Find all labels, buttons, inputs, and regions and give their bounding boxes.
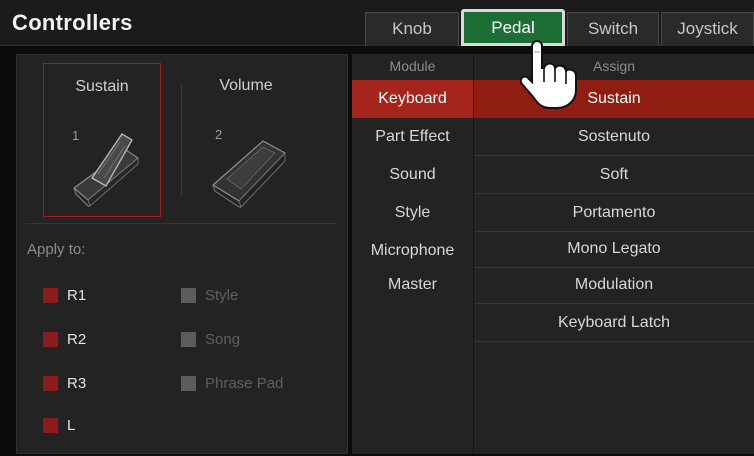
module-item-microphone[interactable]: Microphone — [352, 232, 473, 270]
assign-item-sostenuto[interactable]: Sostenuto — [474, 118, 754, 156]
assign-list: Assign Sustain Sostenuto Soft Portamento… — [474, 54, 754, 454]
apply-to-label: Apply to: — [27, 241, 86, 258]
checkbox-disabled-icon — [181, 332, 196, 347]
module-header: Module — [389, 58, 436, 74]
apply-target-label: Style — [205, 287, 239, 304]
pedal-panel: Sustain 1 Volume 2 Apply to: R1 R2 R3 L … — [16, 54, 348, 454]
tab-knob[interactable]: Knob — [365, 12, 459, 46]
module-item-master[interactable]: Master — [352, 266, 473, 304]
assign-item-soft[interactable]: Soft — [474, 156, 754, 194]
checkbox-disabled-icon — [181, 376, 196, 391]
checkbox-checked-icon — [43, 418, 58, 433]
apply-target-label: Song — [205, 331, 241, 348]
pedal-name-volume: Volume — [219, 77, 273, 94]
sustain-pedal-icon — [73, 133, 139, 207]
apply-part-label: R2 — [67, 331, 87, 348]
pedal-divider — [181, 85, 182, 195]
module-list: Module Keyboard Part Effect Sound Style … — [352, 54, 474, 454]
volume-pedal-icon — [211, 140, 286, 208]
apply-divider — [25, 223, 337, 224]
checkbox-checked-icon — [43, 376, 58, 391]
page-title: Controllers — [12, 10, 133, 35]
apply-target-label: Phrase Pad — [205, 375, 284, 392]
checkbox-disabled-icon — [181, 288, 196, 303]
title-bar: Controllers Knob Pedal Switch Joystick — [0, 0, 754, 46]
tab-joystick[interactable]: Joystick — [661, 12, 754, 46]
hand-pointer-icon — [519, 40, 577, 109]
assign-item-keyboard-latch[interactable]: Keyboard Latch — [474, 304, 754, 342]
checkbox-checked-icon — [43, 332, 58, 347]
assign-item-modulation[interactable]: Modulation — [474, 266, 754, 304]
assign-item-portamento[interactable]: Portamento — [474, 194, 754, 232]
pedal-name-sustain: Sustain — [75, 78, 129, 95]
module-item-keyboard[interactable]: Keyboard — [352, 80, 473, 118]
assign-item-mono-legato[interactable]: Mono Legato — [474, 230, 754, 268]
apply-part-label: R3 — [67, 375, 87, 392]
module-item-part-effect[interactable]: Part Effect — [352, 118, 473, 156]
pedal-card-sustain[interactable]: Sustain 1 — [43, 63, 161, 217]
module-item-style[interactable]: Style — [352, 194, 473, 232]
apply-part-label: L — [67, 417, 76, 434]
checkbox-checked-icon — [43, 288, 58, 303]
pedal-card-volume[interactable]: Volume 2 — [187, 63, 305, 217]
apply-part-label: R1 — [67, 287, 87, 304]
module-item-sound[interactable]: Sound — [352, 156, 473, 194]
